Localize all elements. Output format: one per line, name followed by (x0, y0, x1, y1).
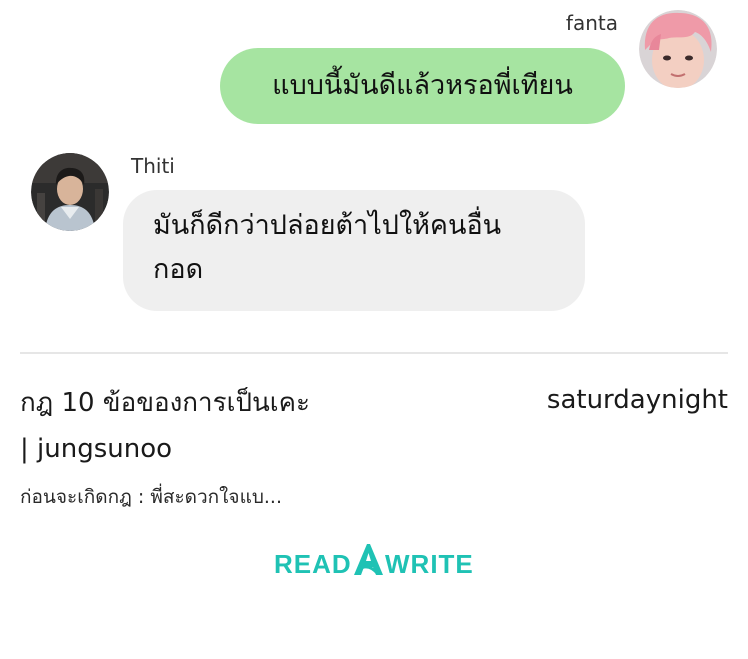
message-bubble-fanta[interactable]: แบบนี้มันดีแล้วหรอพี่เทียน (220, 48, 625, 124)
avatar-pink-hair-icon (639, 10, 717, 88)
divider (20, 352, 728, 354)
story-excerpt: ก่อนจะเกิดกฎ : พี่สะดวกใจแบ... (20, 486, 282, 508)
logo-text-read: READ (274, 549, 352, 579)
message-text-line: มันก็ดีกว่าปล่อยต้าไปให้คนอื่น (153, 210, 502, 241)
message-text: แบบนี้มันดีแล้วหรอพี่เทียน (272, 70, 573, 101)
story-title[interactable]: กฎ 10 ข้อของการเป็นเคะ | jungsunoo (20, 380, 440, 472)
message-bubble-thiti[interactable]: มันก็ดีกว่าปล่อยต้าไปให้คนอื่น กอด (123, 190, 585, 311)
sender-name-thiti: Thiti (131, 154, 175, 178)
story-title-line: กฎ 10 ข้อของการเป็นเคะ (20, 388, 310, 418)
story-author[interactable]: saturdaynight (547, 380, 728, 420)
avatar-man-portrait-icon (31, 153, 109, 231)
avatar-fanta[interactable] (639, 10, 717, 88)
sender-name-fanta: fanta (565, 11, 618, 35)
message-text-line: กอด (153, 254, 204, 285)
story-title-line: | jungsunoo (20, 434, 173, 464)
logo-text-write: WRITE (385, 549, 474, 579)
readawrite-logo[interactable]: READ WRITE (274, 540, 474, 580)
avatar-thiti[interactable] (31, 153, 109, 231)
